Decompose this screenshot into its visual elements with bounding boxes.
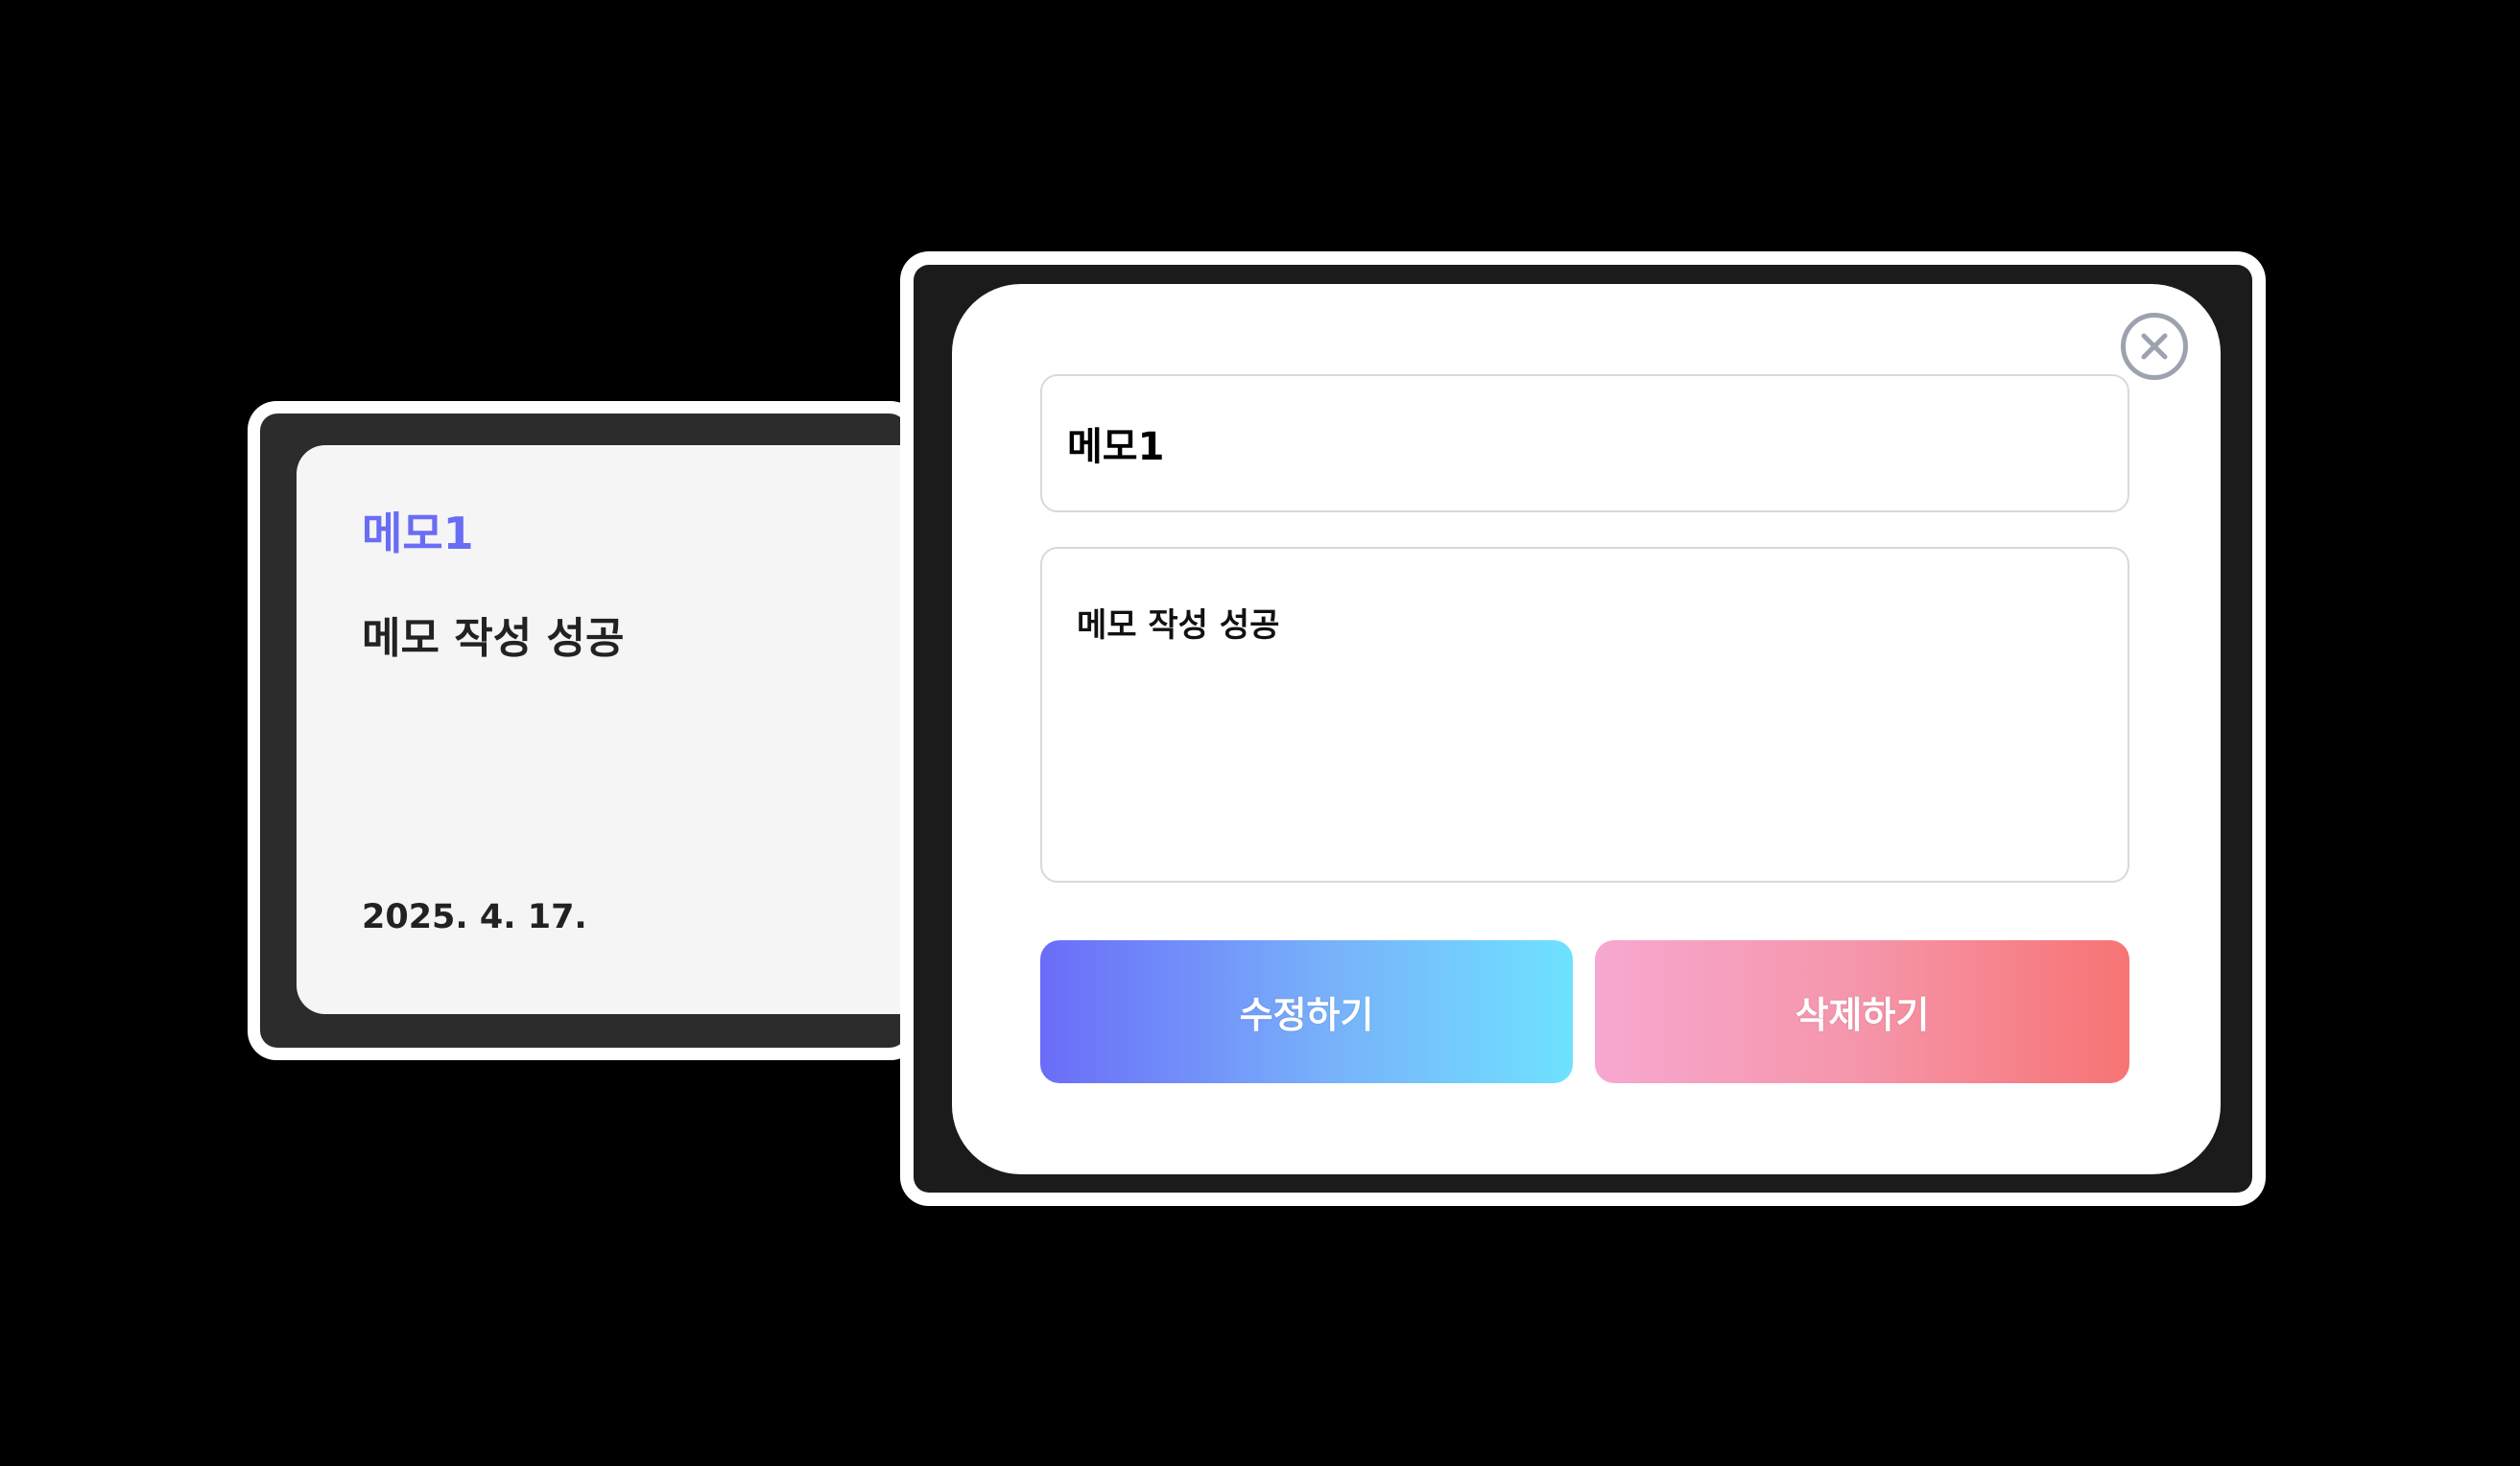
edit-memo-modal: 메모 작성 성공 수정하기 삭제하기 [952, 284, 2221, 1174]
delete-button[interactable]: 삭제하기 [1595, 940, 2129, 1083]
close-button[interactable] [2121, 313, 2188, 380]
memo-title-input[interactable] [1040, 374, 2129, 512]
memo-card[interactable]: 메모1 메모 작성 성공 2025. 4. 17. [297, 445, 930, 1014]
memo-content-textarea[interactable]: 메모 작성 성공 [1040, 547, 2129, 883]
edit-button[interactable]: 수정하기 [1040, 940, 1573, 1083]
memo-card-title: 메모1 [362, 508, 474, 559]
memo-card-content: 메모 작성 성공 [362, 614, 625, 663]
memo-card-date: 2025. 4. 17. [362, 898, 587, 936]
close-circle-icon [2141, 333, 2168, 360]
